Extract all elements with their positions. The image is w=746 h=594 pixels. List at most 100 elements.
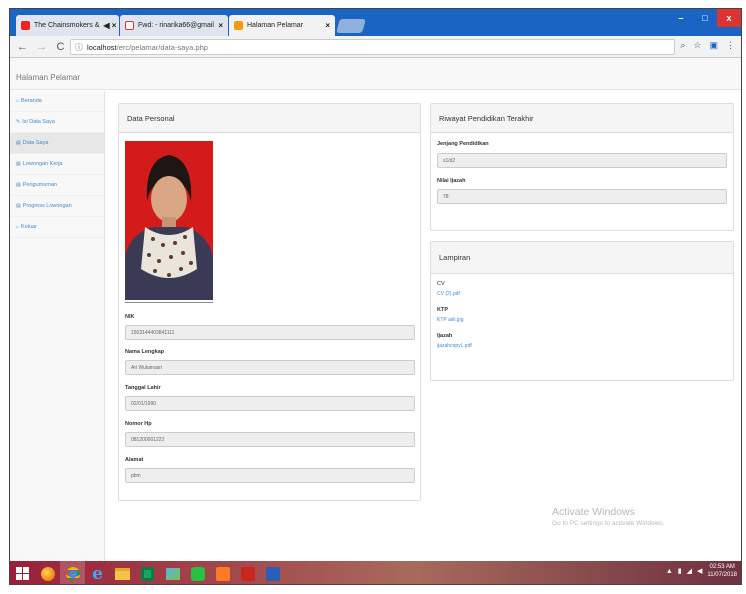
line-icon[interactable]: [185, 561, 210, 584]
sidebar-item-label: Data Saya: [22, 140, 49, 146]
youtube-icon: [21, 21, 30, 30]
tray-chevron-icon[interactable]: ▲: [666, 568, 673, 575]
profile-photo-image: [125, 141, 213, 300]
sidebar-item-label: Pengumuman: [22, 182, 57, 188]
bookmark-star-icon[interactable]: ☆: [693, 40, 701, 51]
sidebar-item-keluar[interactable]: ⌂ Keluar: [10, 217, 104, 238]
tanggal-lahir-field[interactable]: 02/01/1990: [125, 396, 415, 411]
windows-start-icon[interactable]: [10, 561, 35, 584]
sidebar-item-label: Lowongan Kerja: [22, 161, 63, 167]
firefox-icon[interactable]: [35, 561, 60, 584]
tab-label: Fwd: - rinarika66@gmail: [138, 22, 214, 29]
alamat-label: Alamat: [125, 457, 144, 463]
internet-explorer-icon[interactable]: e: [85, 561, 110, 584]
network-icon[interactable]: ▮: [678, 567, 682, 575]
cv-label: CV: [437, 281, 445, 287]
sidebar-item-progress-lowongan[interactable]: ▤ Progress Lowongan: [10, 196, 104, 217]
address-bar[interactable]: ⓘ localhost/erc/pelamar/data-saya.php: [70, 39, 675, 55]
edit-icon: ✎: [16, 119, 21, 125]
jenjang-pendidikan-label: Jenjang Pendidikan: [437, 141, 489, 147]
attachments-panel: Lampiran CV CV (2).pdf KTP KTP asli.jpg …: [430, 241, 734, 381]
nomor-hp-field[interactable]: 081200001222: [125, 432, 415, 447]
back-arrow-icon[interactable]: ←: [16, 41, 29, 53]
tab-label: The Chainsmokers &: [34, 22, 100, 29]
toolbar-actions: ⌕ ☆ ▣ ⋮: [680, 40, 735, 51]
nik-label: NIK: [125, 314, 135, 320]
maximize-button[interactable]: □: [693, 9, 717, 27]
tab-bar: The Chainsmokers & ◀ × Fwd: - rinarika66…: [10, 9, 741, 36]
sidebar: ⌂ Beranda ✎ Isi Data Saya ▤ Data Saya ▤ …: [10, 91, 105, 561]
minimize-button[interactable]: –: [669, 9, 693, 27]
jenjang-pendidikan-field[interactable]: s1/d2: [437, 153, 727, 168]
store-icon[interactable]: [135, 561, 160, 584]
home-icon: ⌂: [16, 98, 20, 104]
table-icon: ▤: [16, 182, 21, 188]
url-path: /erc/pelamar/data-saya.php: [116, 42, 208, 52]
sidebar-item-label: Keluar: [21, 224, 37, 230]
extension-icon[interactable]: ▣: [709, 40, 718, 51]
panel-title: Riwayat Pendidikan Terakhir: [431, 104, 733, 133]
nik-field[interactable]: 1503144403841111: [125, 325, 415, 340]
sidebar-item-beranda[interactable]: ⌂ Beranda: [10, 91, 104, 112]
close-button[interactable]: x: [717, 9, 741, 27]
clock-time: 02:53 AM: [709, 564, 735, 570]
tab-close-icon[interactable]: ×: [325, 21, 330, 30]
tanggal-lahir-label: Tanggal Lahir: [125, 385, 161, 391]
tab-gmail[interactable]: Fwd: - rinarika66@gmail ×: [120, 15, 228, 36]
photos-icon[interactable]: [160, 561, 185, 584]
tab-close-icon[interactable]: ◀ ×: [103, 21, 116, 30]
sidebar-item-label: Beranda: [21, 98, 42, 104]
nama-lengkap-field[interactable]: Ari Wulamasri: [125, 360, 415, 375]
filezilla-icon[interactable]: [235, 561, 260, 584]
browser-window: The Chainsmokers & ◀ × Fwd: - rinarika66…: [9, 8, 742, 585]
panel-title: Lampiran: [431, 242, 733, 274]
zoom-icon[interactable]: ⌕: [680, 40, 685, 51]
table-icon: ▤: [16, 203, 21, 209]
cv-file-link[interactable]: CV (2).pdf: [437, 291, 460, 297]
tab-close-icon[interactable]: ×: [218, 21, 223, 30]
tab-label: Halaman Pelamar: [247, 22, 304, 29]
clock[interactable]: 02:53 AM 11/07/2018: [707, 563, 737, 579]
sidebar-item-label: Isi Data Saya: [22, 119, 55, 125]
chrome-icon[interactable]: [60, 561, 85, 584]
nama-lengkap-label: Nama Lengkap: [125, 349, 165, 355]
forward-arrow-icon[interactable]: →: [35, 41, 48, 53]
table-icon: ▤: [16, 140, 21, 146]
panel-title: Data Personal: [119, 104, 420, 133]
menu-icon[interactable]: ⋮: [726, 40, 735, 51]
windows-taskbar: e ▲ ▮ ◢ ◀ 02:53 AM 11/07/2018: [10, 561, 741, 584]
sidebar-item-lowongan-kerja[interactable]: ▤ Lowongan Kerja: [10, 154, 104, 175]
window-controls: – □ x: [669, 9, 741, 27]
sidebar-item-label: Progress Lowongan: [22, 203, 72, 209]
watermark-title: Activate Windows: [552, 506, 635, 518]
gmail-icon: [125, 21, 134, 30]
ijazah-file-link[interactable]: ijazahcopyL.pdf: [437, 343, 472, 349]
alamat-field[interactable]: pbm: [125, 468, 415, 483]
new-tab-button[interactable]: [336, 19, 366, 33]
activate-windows-watermark: Activate Windows Go to PC settings to ac…: [552, 506, 664, 527]
sidebar-item-data-saya[interactable]: ▤ Data Saya: [10, 133, 104, 154]
volume-icon[interactable]: ◀: [697, 567, 702, 575]
xampp-icon[interactable]: [210, 561, 235, 584]
education-panel: Riwayat Pendidikan Terakhir Jenjang Pend…: [430, 103, 734, 231]
browser-toolbar: ← → C ⓘ localhost/erc/pelamar/data-saya.…: [10, 36, 741, 58]
sidebar-item-pengumuman[interactable]: ▤ Pengumuman: [10, 175, 104, 196]
tab-chainsmokers[interactable]: The Chainsmokers & ◀ ×: [16, 15, 119, 36]
profile-photo: [125, 141, 213, 300]
watermark-subtitle: Go to PC settings to activate Windows.: [552, 520, 665, 527]
reload-icon[interactable]: C: [54, 41, 67, 53]
table-icon: ▤: [16, 161, 21, 167]
photo-divider: [125, 302, 213, 303]
system-tray: ▲ ▮ ◢ ◀ 02:53 AM 11/07/2018: [666, 563, 737, 579]
nilai-ijazah-label: Nilai Ijazah: [437, 178, 466, 184]
logout-icon: ⌂: [16, 224, 20, 230]
nilai-ijazah-field[interactable]: 78: [437, 189, 727, 204]
ktp-file-link[interactable]: KTP asli.jpg: [437, 317, 464, 323]
signal-icon[interactable]: ◢: [687, 567, 692, 575]
file-explorer-icon[interactable]: [110, 561, 135, 584]
tab-halaman-pelamar[interactable]: Halaman Pelamar ×: [229, 15, 335, 36]
app-brand[interactable]: Halaman Pelamar: [16, 73, 80, 82]
sidebar-item-isi-data-saya[interactable]: ✎ Isi Data Saya: [10, 112, 104, 133]
word-icon[interactable]: [260, 561, 285, 584]
personal-data-panel: Data Personal NIK 1503144403841111 Nama …: [118, 103, 421, 501]
